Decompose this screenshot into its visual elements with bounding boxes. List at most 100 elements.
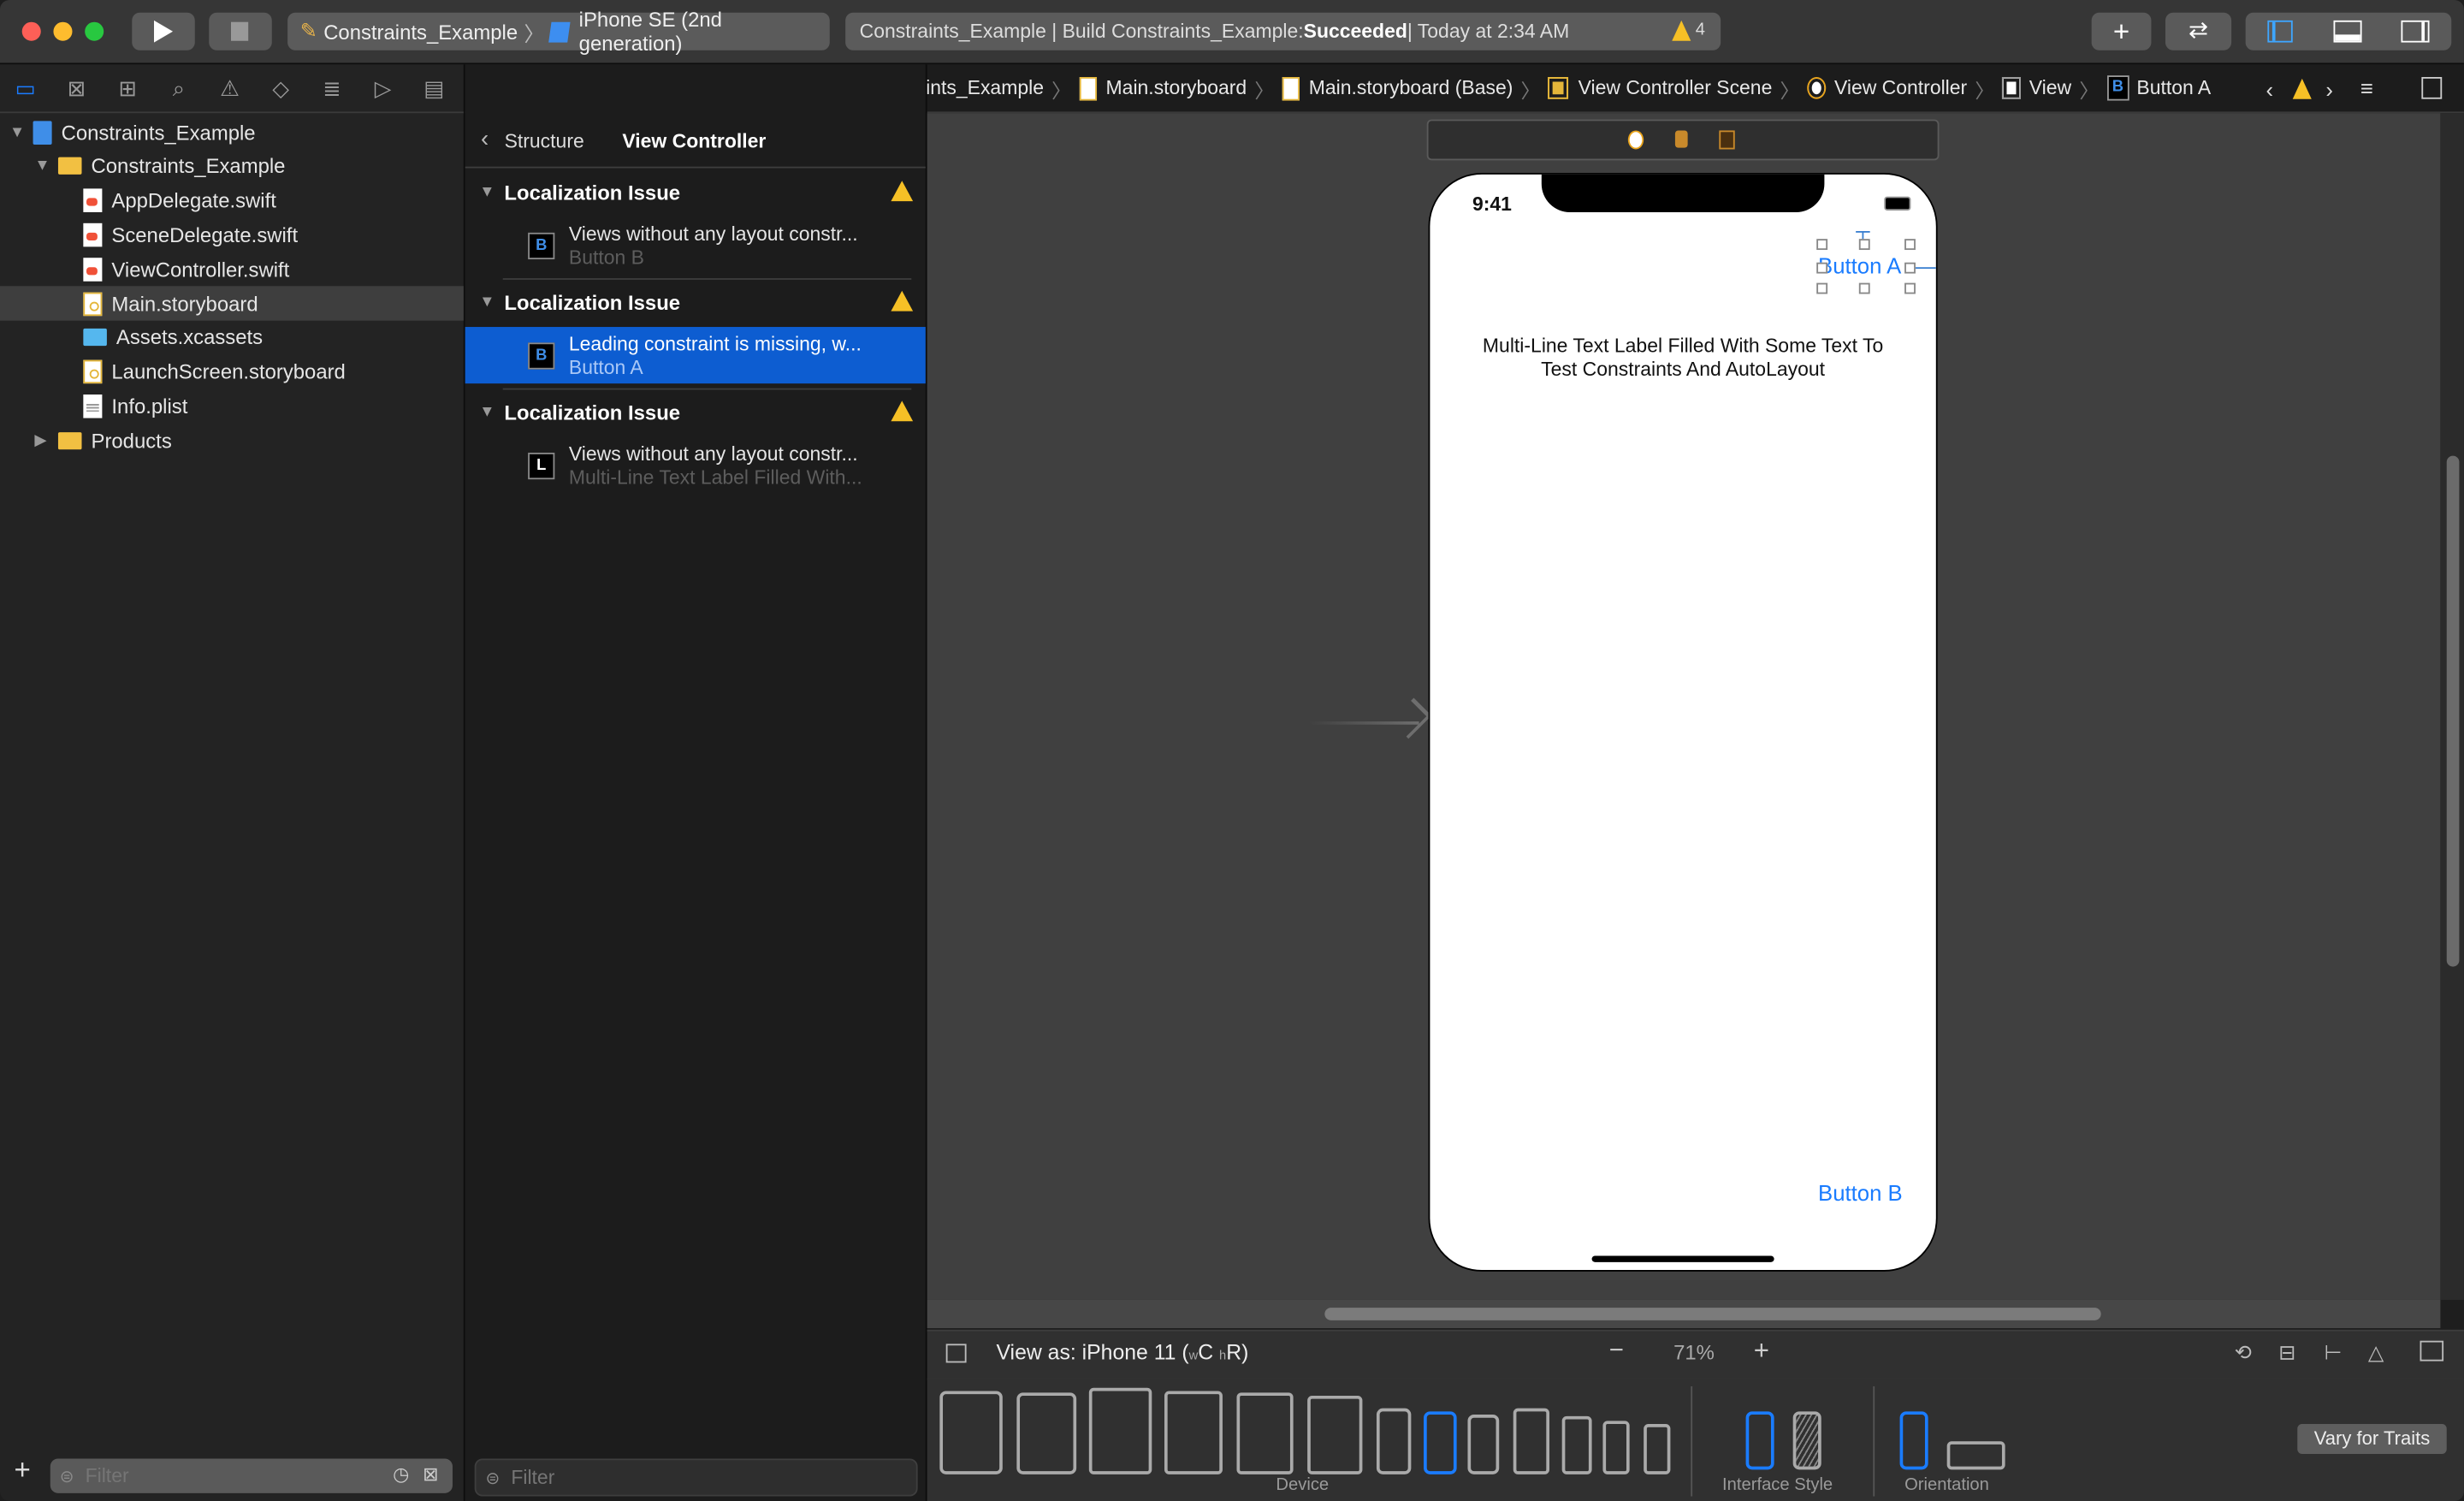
first-responder-icon[interactable] — [1674, 130, 1688, 148]
device-size-button[interactable] — [1016, 1392, 1077, 1474]
tree-item[interactable]: SceneDelegate.swift — [0, 217, 464, 252]
device-size-button[interactable] — [1467, 1415, 1500, 1474]
device-size-button[interactable] — [1424, 1411, 1457, 1474]
tree-item[interactable]: AppDelegate.swift — [0, 183, 464, 217]
resize-handle[interactable] — [1816, 239, 1828, 251]
scheme-name[interactable]: Constraints_Example — [323, 20, 518, 44]
resize-handle[interactable] — [1904, 262, 1916, 274]
resize-handle[interactable] — [1816, 282, 1828, 294]
embed-in-stack-icon[interactable]: ⊟ — [2278, 1341, 2295, 1366]
tree-item[interactable]: ▶ Products — [0, 423, 464, 457]
device-size-button[interactable] — [1513, 1408, 1549, 1474]
issue-item[interactable]: L Views without any layout constr... Multi… — [465, 437, 926, 494]
source-control-filter-icon[interactable]: ⊠ — [423, 1463, 438, 1486]
vary-for-traits-button[interactable]: Vary for Traits — [2297, 1424, 2447, 1454]
next-issue-icon[interactable]: › — [2325, 77, 2333, 102]
breadcrumb-item[interactable]: B Button A — [2106, 75, 2211, 101]
breadcrumb-item[interactable]: Main.storyboard (Base) — [1282, 76, 1513, 100]
find-search-icon[interactable]: ⌕ — [153, 74, 204, 101]
navigator-filter-field[interactable]: ⊜ ◷ ⊠ — [50, 1458, 453, 1493]
toggle-navigator-icon[interactable] — [2267, 20, 2293, 43]
device-size-button[interactable] — [939, 1391, 1003, 1474]
device-size-button[interactable] — [1236, 1392, 1294, 1474]
landscape-orientation-button[interactable] — [1946, 1441, 2005, 1470]
view-controller-icon[interactable] — [1627, 130, 1644, 150]
run-button[interactable] — [132, 12, 195, 50]
project-navigator-folder-icon[interactable]: ▭ — [0, 74, 51, 101]
toggle-inspector-icon[interactable] — [2401, 20, 2430, 43]
issue-item[interactable]: B Leading constraint is missing, w... Butt… — [465, 327, 926, 384]
close-window-button[interactable] — [21, 21, 41, 41]
button-a[interactable]: Button A — [1818, 253, 1901, 278]
structure-back-button[interactable]: Structure — [505, 130, 584, 152]
warning-count[interactable]: 4 — [1696, 21, 1705, 39]
horizontal-scroll-thumb[interactable] — [1324, 1308, 2101, 1320]
recent-files-clock-icon[interactable]: ◷ — [393, 1463, 409, 1486]
tree-item[interactable]: Info.plist — [0, 389, 464, 423]
device-size-button[interactable] — [1307, 1395, 1363, 1474]
zoom-window-button[interactable] — [85, 21, 104, 41]
resize-handle[interactable] — [1816, 262, 1828, 274]
previous-issue-icon[interactable]: ‹ — [2266, 77, 2274, 102]
editor-options-lines-icon[interactable]: ≡ — [2360, 75, 2373, 100]
resize-handle[interactable] — [1904, 282, 1916, 294]
breakpoint-tag-icon[interactable]: ▷ — [358, 74, 409, 101]
issue-item[interactable]: B Views without any layout constr... Butto… — [465, 217, 926, 273]
back-chevron-icon[interactable]: ‹ — [481, 126, 489, 152]
device-size-button[interactable] — [1561, 1415, 1592, 1474]
source-control-icon[interactable]: ⊠ — [51, 74, 103, 101]
breadcrumb-item[interactable]: View — [2002, 76, 2071, 99]
add-constraints-icon[interactable]: △ — [2368, 1341, 2384, 1366]
issue-group-header[interactable]: ▼ Localization Issue — [465, 390, 926, 434]
tree-item[interactable]: Assets.xcassets — [0, 320, 464, 354]
issue-group-header[interactable]: ▼ Localization Issue — [465, 169, 926, 213]
library-button[interactable]: + — [2091, 12, 2152, 50]
dark-appearance-button[interactable] — [1792, 1411, 1821, 1470]
device-size-button[interactable] — [1088, 1387, 1152, 1474]
issue-group-header[interactable]: ▼ Localization Issue — [465, 280, 926, 323]
disclosure-expanded-icon[interactable]: ▼ — [479, 403, 495, 420]
issues-filter-input[interactable] — [507, 1464, 861, 1491]
tree-item[interactable]: LaunchScreen.storyboard — [0, 354, 464, 389]
disclosure-expanded-icon[interactable]: ▼ — [479, 294, 495, 311]
update-frames-icon[interactable]: ⟲ — [2235, 1341, 2252, 1366]
disclosure-collapsed-icon[interactable]: ▶ — [34, 432, 50, 449]
warning-icon[interactable] — [1672, 20, 1691, 41]
breadcrumb-item[interactable]: View Controller — [1807, 76, 1967, 99]
scheme-selector[interactable]: ✎ Constraints_Example 〉 iPhone SE (2nd g… — [287, 8, 830, 55]
tree-item[interactable]: ▼ Constraints_Example — [0, 149, 464, 183]
disclosure-expanded-icon[interactable]: ▼ — [34, 157, 50, 175]
tree-item[interactable]: ViewController.swift — [0, 252, 464, 286]
view-as-device[interactable]: View as: iPhone 11 (wC hR) — [996, 1341, 1248, 1365]
tree-item[interactable]: ▼ Constraints_Example — [0, 115, 464, 149]
multi-line-label[interactable]: Multi-Line Text Label Filled With Some T… — [1430, 335, 1935, 382]
test-diamond-icon[interactable]: ◇ — [255, 74, 306, 101]
device-size-button[interactable] — [1164, 1391, 1223, 1474]
disclosure-expanded-icon[interactable]: ▼ — [9, 123, 25, 140]
issues-filter-field[interactable]: ⊜ — [474, 1458, 918, 1497]
resize-handle[interactable] — [1904, 239, 1916, 251]
add-editor-icon[interactable] — [2421, 76, 2443, 99]
iphone-view-controller[interactable]: 9:41 Button A Multi-Line Text Label Fill… — [1428, 173, 1938, 1272]
navigator-filter-input[interactable] — [81, 1462, 371, 1489]
exit-icon[interactable] — [1719, 130, 1735, 150]
zoom-in-button[interactable]: + — [1754, 1336, 1769, 1368]
light-appearance-button[interactable] — [1745, 1411, 1774, 1470]
device-size-button[interactable] — [1644, 1424, 1671, 1474]
button-b[interactable]: Button B — [1818, 1180, 1903, 1205]
breadcrumb-item[interactable]: View Controller Scene — [1548, 76, 1772, 99]
stop-button[interactable] — [209, 12, 272, 50]
tree-item[interactable]: Main.storyboard — [0, 286, 464, 321]
issue-warning-icon[interactable]: ⚠ — [204, 74, 256, 101]
symbol-hierarchy-icon[interactable]: ⊞ — [102, 74, 153, 101]
vertical-scrollbar[interactable] — [2440, 113, 2464, 1300]
run-destination[interactable]: iPhone SE (2nd generation) — [579, 8, 830, 55]
device-size-button[interactable] — [1376, 1408, 1412, 1474]
zoom-out-button[interactable]: − — [1609, 1338, 1624, 1366]
vertical-scroll-thumb[interactable] — [2446, 455, 2460, 967]
resolve-autolayout-issues-icon[interactable] — [2420, 1340, 2444, 1362]
issue-warning-icon[interactable] — [2292, 78, 2312, 99]
breadcrumb-item[interactable]: Main.storyboard — [1079, 76, 1247, 100]
minimize-window-button[interactable] — [53, 21, 73, 41]
device-size-button[interactable] — [1602, 1421, 1630, 1474]
